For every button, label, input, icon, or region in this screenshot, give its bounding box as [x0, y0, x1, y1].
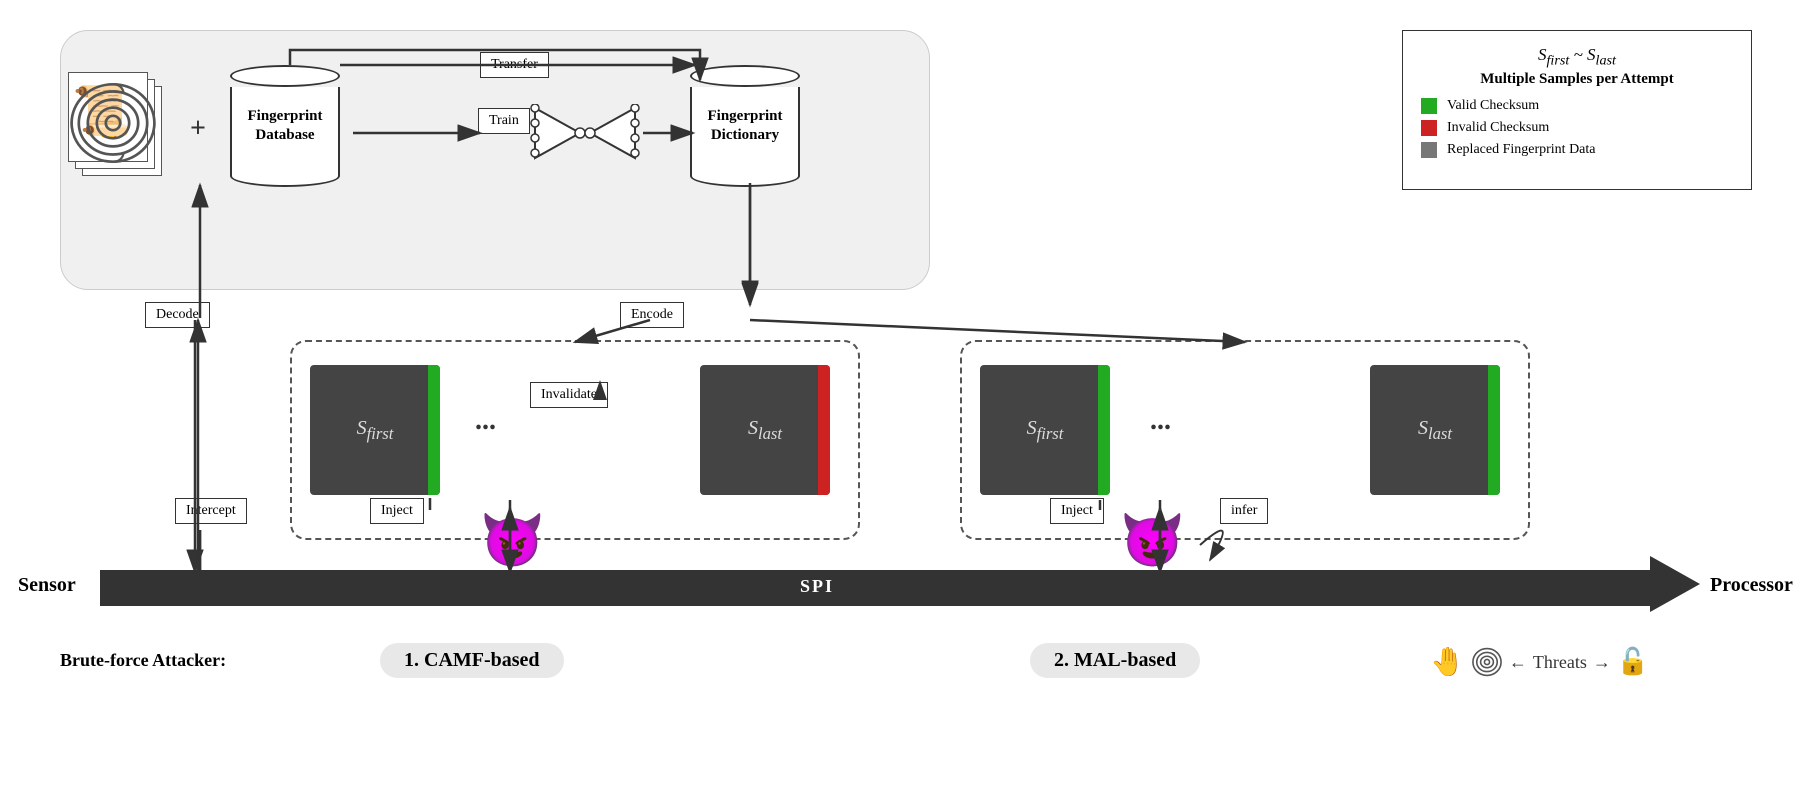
fingerprint-svg [68, 78, 158, 168]
legend-valid: Valid Checksum [1421, 98, 1733, 114]
sample-card-s-first-left: Sfirst [310, 365, 440, 495]
spi-label: SPI [800, 576, 834, 597]
replaced-label: Replaced Fingerprint Data [1447, 142, 1596, 158]
devil-right: 😈 [1120, 510, 1185, 571]
threats-lock-icon: 🔓 [1617, 647, 1649, 677]
legend-title-bold: Multiple Samples per Attempt [1421, 71, 1733, 88]
s-last-right-bar [1488, 365, 1500, 495]
threats-text: Threats [1533, 652, 1587, 673]
sample-card-s-last-left: Slast [700, 365, 830, 495]
mal-label: 2. MAL-based [1030, 643, 1200, 678]
inject-left-label: Inject [370, 498, 424, 524]
invalid-label: Invalid Checksum [1447, 120, 1549, 136]
threats-area: 🤚 ← Threats → 🔓 [1430, 645, 1649, 679]
fingerprint-database: Fingerprint Database [230, 65, 340, 187]
neural-network-svg [530, 104, 640, 162]
legend-invalid: Invalid Checksum [1421, 120, 1733, 136]
plus-sign: + [190, 113, 206, 145]
threats-right-arrow: → [1593, 652, 1611, 673]
s-first-left-label: Sfirst [357, 417, 394, 444]
fingerprint-dictionary: FingerprintDictionary [690, 65, 800, 187]
processor-label: Processor [1710, 574, 1793, 597]
s-last-left-label: Slast [748, 417, 782, 444]
db-bottom [230, 165, 340, 187]
valid-label: Valid Checksum [1447, 98, 1539, 114]
legend-title-math: Sfirst ~ Slast [1421, 45, 1733, 69]
train-label: Train [478, 108, 530, 134]
sensor-label: Sensor [18, 574, 76, 597]
sample-card-s-first-right: Sfirst [980, 365, 1110, 495]
intercept-label: Intercept [175, 498, 247, 524]
threats-fingerprint-icon: 🤚 [1430, 645, 1465, 679]
decode-label: Decode [145, 302, 210, 328]
camf-label: 1. CAMF-based [380, 643, 564, 678]
dots-left: ... [475, 405, 496, 437]
spi-bus [100, 570, 1650, 606]
brute-force-label: Brute-force Attacker: [60, 650, 226, 671]
replaced-color [1421, 142, 1437, 158]
threats-left-arrow: ← [1509, 652, 1527, 673]
s-last-left-bar [818, 365, 830, 495]
db-body: Fingerprint Database [230, 87, 340, 167]
dict-top [690, 65, 800, 87]
s-first-right-label: Sfirst [1027, 417, 1064, 444]
dict-body: FingerprintDictionary [690, 87, 800, 167]
dict-label: FingerprintDictionary [704, 103, 787, 150]
invalidate-label: Invalidate [530, 382, 608, 408]
inject-right-label: Inject [1050, 498, 1104, 524]
diagram-container: 🤚 📜 + Fingerprint Database FingerprintDi… [0, 0, 1812, 793]
infer-label: infer [1220, 498, 1268, 524]
legend-box: Sfirst ~ Slast Multiple Samples per Atte… [1402, 30, 1752, 190]
encode-label: Encode [620, 302, 684, 328]
db-label: Fingerprint Database [232, 103, 338, 150]
s-last-right-label: Slast [1418, 417, 1452, 444]
transfer-label: Transfer [480, 52, 549, 78]
s-first-right-bar [1098, 365, 1110, 495]
s-first-left-bar [428, 365, 440, 495]
invalid-color [1421, 120, 1437, 136]
devil-left: 😈 [480, 510, 545, 571]
threats-fp-svg [1471, 646, 1503, 678]
db-top [230, 65, 340, 87]
dict-bottom [690, 165, 800, 187]
spi-arrow [1650, 556, 1700, 612]
sample-card-s-last-right: Slast [1370, 365, 1500, 495]
dots-right: ... [1150, 405, 1171, 437]
legend-replaced: Replaced Fingerprint Data [1421, 142, 1733, 158]
valid-color [1421, 98, 1437, 114]
